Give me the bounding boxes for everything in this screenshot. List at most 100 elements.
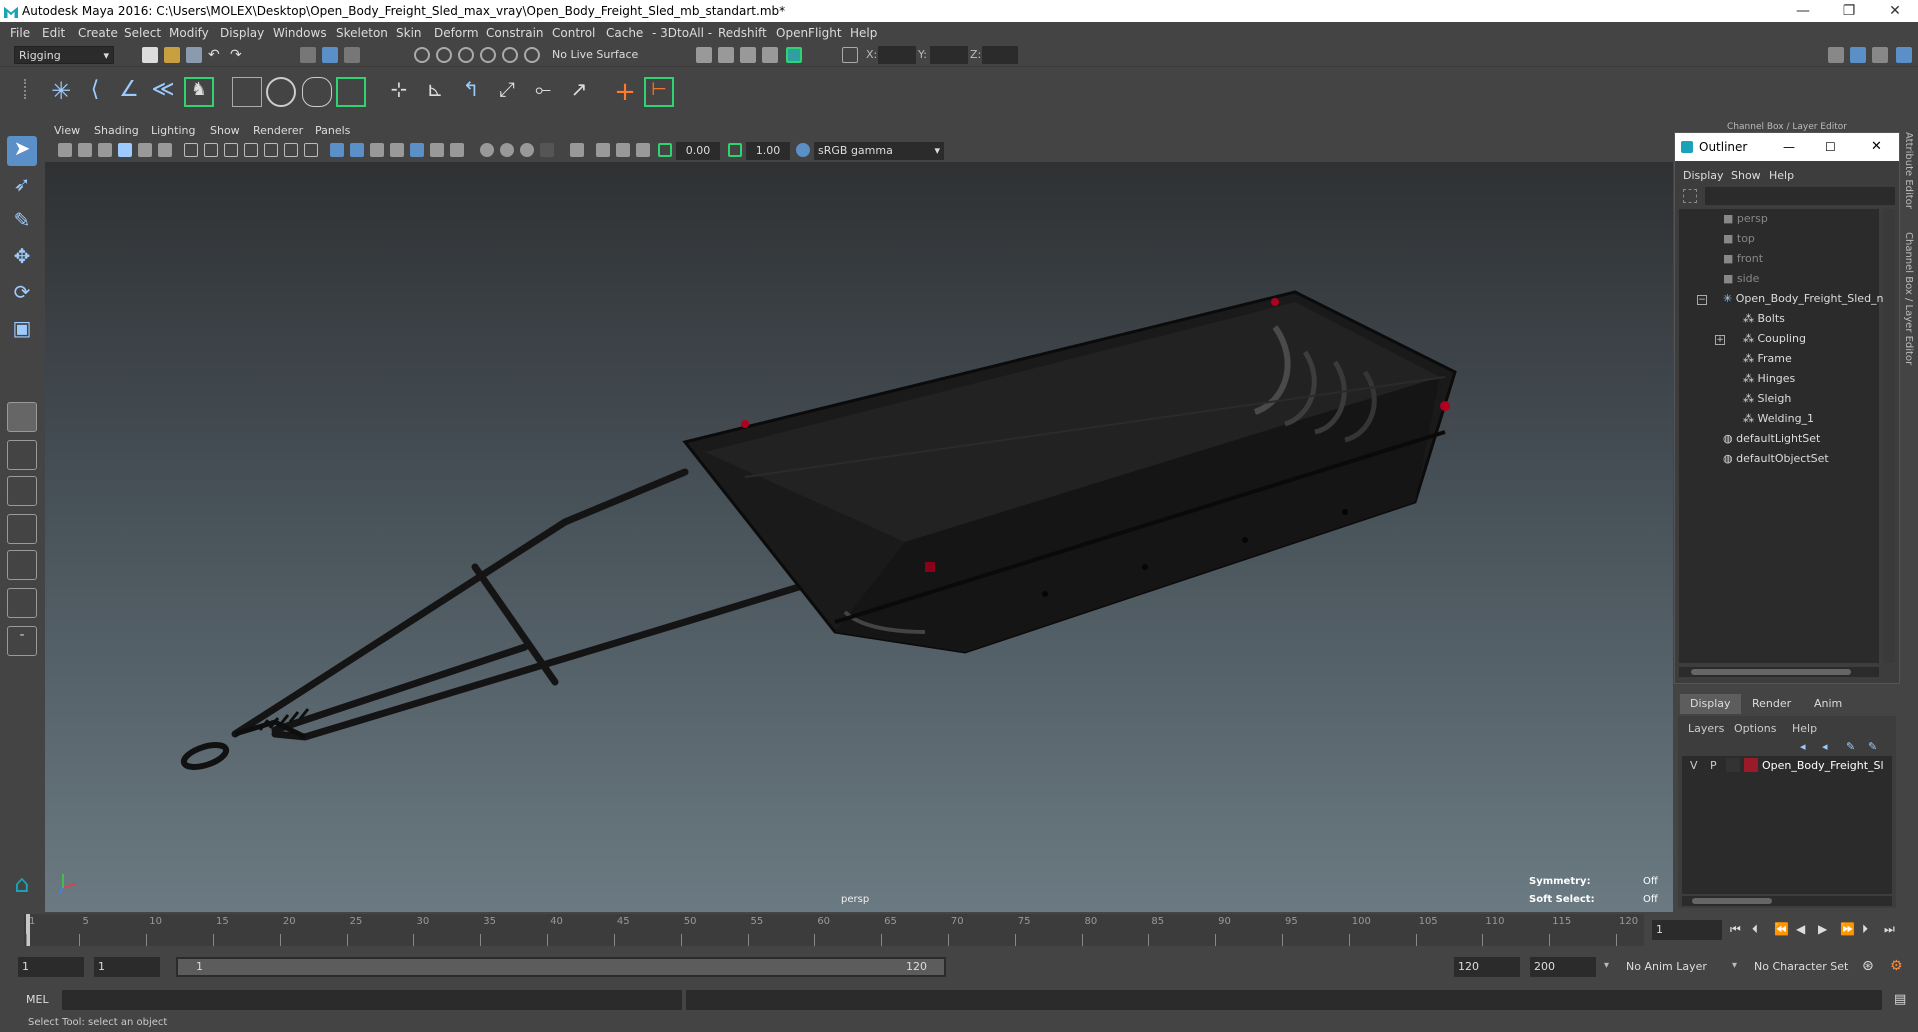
menu-deform[interactable]: Deform [434, 26, 479, 40]
two-d-pan-zoom-icon[interactable] [138, 143, 152, 157]
outliner-item-top[interactable]: ■ top [1723, 229, 1755, 249]
tab-anim[interactable]: Anim [1804, 694, 1852, 714]
snap-curve-icon[interactable] [436, 47, 452, 63]
menu-modify[interactable]: Modify [169, 26, 209, 40]
animation-start-field[interactable]: 1 [18, 957, 84, 977]
anim-layer-dropdown[interactable]: No Anim Layer [1622, 957, 1740, 977]
step-forward-frame-icon[interactable]: ⏩ [1840, 922, 1855, 936]
layer-display-type[interactable] [1726, 758, 1740, 772]
outliner-menu-help[interactable]: Help [1769, 169, 1794, 182]
snap-edge-icon[interactable] [524, 47, 540, 63]
transform-mode-icon[interactable] [842, 47, 858, 63]
snap-grid-icon[interactable] [414, 47, 430, 63]
close-button[interactable]: ✕ [1872, 0, 1918, 22]
script-editor-icon[interactable]: ▤ [1894, 992, 1906, 1007]
menu-3dtoall[interactable]: - 3DtoAll - [652, 26, 712, 40]
hypershade-icon[interactable] [762, 47, 778, 63]
pole-vector-icon[interactable]: ↗ [564, 77, 594, 107]
camera-attributes-icon[interactable] [78, 143, 92, 157]
human-ik-icon[interactable]: ⊢ [644, 77, 674, 107]
render-frame-icon[interactable] [718, 47, 734, 63]
safe-title-icon[interactable] [304, 143, 318, 157]
time-slider[interactable]: 1 5 10 15 20 25 30 35 40 45 50 55 60 65 70 75 80 85 90 95 10… [0, 912, 1918, 948]
step-back-frame-icon[interactable]: ⏪ [1774, 922, 1789, 936]
two-view-layout-icon[interactable] [7, 476, 37, 506]
layer-menu-help[interactable]: Help [1792, 722, 1817, 735]
joint-tool-icon[interactable]: ⟨ [80, 77, 110, 107]
play-backwards-icon[interactable]: ◀ [1796, 922, 1805, 936]
character-set-dropdown[interactable]: No Character Set [1750, 957, 1868, 977]
command-input[interactable] [62, 990, 682, 1010]
ipr-render-icon[interactable] [740, 47, 756, 63]
outliner-item-front[interactable]: ■ front [1723, 249, 1763, 269]
snap-view-plane-icon[interactable] [480, 47, 496, 63]
restore-button[interactable]: ❐ [1826, 0, 1872, 22]
outliner-close-button[interactable]: ✕ [1871, 133, 1882, 161]
tab-display[interactable]: Display [1680, 694, 1741, 714]
outliner-horizontal-scrollbar[interactable] [1679, 667, 1879, 677]
snap-surface-icon[interactable] [502, 47, 518, 63]
select-component-icon[interactable] [344, 47, 360, 63]
playback-end-field[interactable]: 120 [1454, 957, 1520, 977]
step-back-key-icon[interactable]: ⏴ [1752, 922, 1758, 937]
outliner-menu-show[interactable]: Show [1731, 169, 1761, 182]
live-surface-label[interactable]: No Live Surface [552, 47, 650, 63]
gamma-toggle-icon[interactable] [728, 143, 742, 157]
outliner-item-frame[interactable]: ⁂ Frame [1743, 349, 1792, 369]
panel-menu-show[interactable]: Show [210, 124, 240, 137]
persp-outliner-layout-icon[interactable] [7, 514, 37, 544]
hypershade-layout-icon[interactable] [7, 588, 37, 618]
wireframe-on-shaded-icon[interactable] [370, 143, 384, 157]
lasso-tool-icon[interactable]: ➶ [7, 172, 37, 202]
menu-edit[interactable]: Edit [42, 26, 65, 40]
layer-menu-options[interactable]: Options [1734, 722, 1776, 735]
grid-icon[interactable] [184, 143, 198, 157]
scroll-thumb[interactable] [1692, 898, 1772, 904]
move-layer-down-icon[interactable]: ◂ [1822, 740, 1836, 753]
outliner-item-side[interactable]: ■ side [1723, 269, 1759, 289]
new-layer-icon[interactable]: ✎ [1846, 740, 1860, 753]
select-object-icon[interactable] [322, 47, 338, 63]
cluster-icon[interactable] [266, 77, 296, 107]
time-slider-track[interactable]: 1 5 10 15 20 25 30 35 40 45 50 55 60 65 70 75 80 85 90 95 10… [24, 914, 1644, 946]
film-gate-icon[interactable] [204, 143, 218, 157]
outliner-item-default-light-set[interactable]: ◍ defaultLightSet [1723, 429, 1820, 449]
outliner-item-hinges[interactable]: ⁂ Hinges [1743, 369, 1795, 389]
collapse-icon[interactable]: − [1697, 295, 1707, 305]
shadows-icon[interactable] [430, 143, 444, 157]
wrap-deformer-icon[interactable] [302, 77, 332, 107]
panel-menu-panels[interactable]: Panels [315, 124, 350, 137]
persp-graph-layout-icon[interactable] [7, 550, 37, 580]
outliner-item-coupling[interactable]: ⁂ Coupling [1743, 329, 1806, 349]
color-management-icon[interactable] [796, 143, 810, 157]
current-frame-field[interactable]: 1 [1652, 920, 1722, 940]
single-perspective-layout-icon[interactable] [7, 402, 37, 432]
grease-pencil-icon[interactable] [158, 143, 172, 157]
layer-name[interactable]: Open_Body_Freight_Sl [1762, 759, 1884, 772]
menu-cache[interactable]: Cache [606, 26, 643, 40]
layer-playback-toggle[interactable]: P [1710, 759, 1717, 772]
menu-skin[interactable]: Skin [396, 26, 422, 40]
locator-icon[interactable]: + [610, 77, 640, 107]
redo-icon[interactable]: ↷ [230, 47, 246, 63]
menu-constrain[interactable]: Constrain [486, 26, 544, 40]
z-input[interactable] [982, 46, 1018, 64]
move-tool-icon[interactable]: ✥ [7, 244, 37, 274]
layer-menu-layers[interactable]: Layers [1688, 722, 1724, 735]
ik-handle-icon[interactable]: ∠ [114, 77, 144, 107]
perspective-viewport[interactable]: persp Symmetry: Off Soft Select: Off [45, 162, 1673, 912]
outliner-search-input[interactable] [1705, 187, 1895, 205]
outliner-menu-display[interactable]: Display [1683, 169, 1724, 182]
attribute-editor-side-tab[interactable]: Attribute Editor [1903, 132, 1914, 209]
new-scene-icon[interactable] [142, 47, 158, 63]
bind-skin-icon[interactable]: ♞ [184, 77, 214, 107]
parent-constraint-icon[interactable]: ⟜ [528, 77, 558, 107]
exposure-toggle-icon[interactable] [658, 143, 672, 157]
menu-create[interactable]: Create [78, 26, 118, 40]
blend-shape-icon[interactable] [336, 77, 366, 107]
select-hierarchy-icon[interactable] [300, 47, 316, 63]
ik-joint-tool-icon[interactable]: ✳ [46, 77, 76, 107]
orient-constraint-icon[interactable]: ↰ [456, 77, 486, 107]
custom-layout-icon[interactable]: - [7, 626, 37, 656]
xray-active-components-icon[interactable] [616, 143, 630, 157]
